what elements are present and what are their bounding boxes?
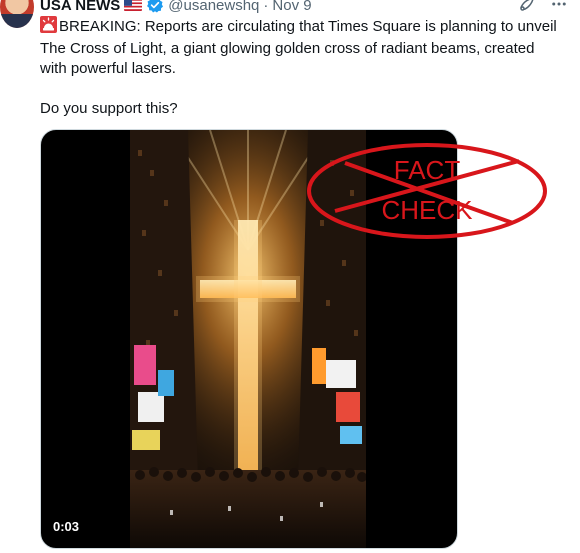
account-handle[interactable]: @usanewshq	[168, 0, 259, 14]
tweet-actions-top	[518, 0, 568, 13]
verified-badge-icon[interactable]	[146, 0, 164, 14]
siren-icon	[40, 16, 57, 39]
tweet-text-line-2: Do you support this?	[40, 100, 178, 117]
video-timestamp: 0:03	[53, 519, 80, 534]
avatar[interactable]	[0, 0, 34, 28]
header-separator: ·	[263, 0, 269, 14]
avatar-shirt	[0, 14, 34, 28]
tweet-header: USA NEWS @usanewshq · Nov 9	[40, 0, 312, 15]
stamp-text-fact: FACT	[393, 155, 461, 185]
us-flag-icon	[124, 0, 143, 11]
grok-icon[interactable]	[518, 0, 536, 13]
tweet-text: BREAKING: Reports are circulating that T…	[40, 16, 560, 119]
tweet-paragraph-1: BREAKING: Reports are circulating that T…	[40, 16, 560, 79]
account-name[interactable]: USA NEWS	[40, 0, 120, 14]
tweet-text-line-1: BREAKING: Reports are circulating that T…	[40, 18, 557, 77]
fact-check-stamp: FACT CHECK	[305, 141, 549, 241]
stamp-text-check: CHECK	[381, 195, 473, 225]
tweet-date[interactable]: Nov 9	[272, 0, 311, 14]
more-icon[interactable]	[550, 0, 568, 13]
